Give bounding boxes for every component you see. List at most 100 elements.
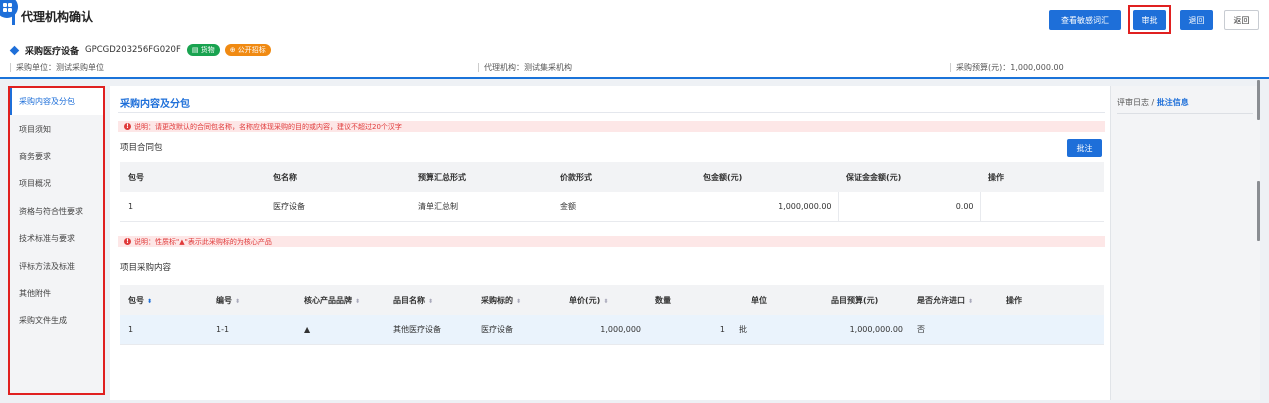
- section-sidebar: 采购内容及分包 项目须知 商务要求 项目概况 资格与符合性要求 技术标准与要求 …: [8, 86, 105, 395]
- sidebar-item-content-packages[interactable]: 采购内容及分包: [10, 88, 103, 116]
- table-cell: 医疗设备: [265, 192, 410, 222]
- cube-icon: [9, 45, 20, 55]
- table-cell: 医疗设备: [473, 315, 561, 345]
- col-header: 保证金金额(元): [838, 162, 980, 192]
- purchase-block-title: 项目采购内容: [120, 263, 172, 273]
- col-header: 包号: [120, 162, 265, 192]
- sidebar-item-generate-document[interactable]: 采购文件生成: [10, 307, 103, 334]
- table-row[interactable]: 1 1-1 ▲ 其他医疗设备 医疗设备 1,000,000 1 批 1,000,…: [120, 315, 1104, 345]
- table-header-row: 包号 ⬍ 编号 ⬍ 核心产品品牌 ⬍ 品目名称 ⬍ 采购标的 ⬍ 单价(元) ⬍ 数量 单位…: [120, 285, 1104, 315]
- purchase-content-table: 包号 ⬍ 编号 ⬍ 核心产品品牌 ⬍ 品目名称 ⬍ 采购标的 ⬍ 单价(元) ⬍ 数量 单位…: [120, 285, 1104, 345]
- col-header-label: 品目名称: [393, 295, 425, 305]
- project-code: GPCGD203256FG020F: [85, 45, 181, 55]
- sort-icon[interactable]: ⬍: [147, 298, 152, 305]
- page-title: 代理机构确认: [12, 10, 93, 25]
- sidebar-item-evaluation-method[interactable]: 评标方法及标准: [10, 252, 103, 279]
- right-panel-header: 评审日志 / 批注信息: [1117, 97, 1189, 108]
- contract-package-table: 包号 包名称 预算汇总形式 价款形式 包金额(元) 保证金金额(元) 操作 1 …: [120, 162, 1104, 222]
- sort-icon[interactable]: ⬍: [603, 298, 608, 305]
- col-header-unit: 单位: [731, 285, 823, 315]
- col-header: 预算汇总形式: [410, 162, 552, 192]
- col-header-item-name[interactable]: 品目名称 ⬍: [385, 285, 473, 315]
- table-cell: 1: [647, 315, 731, 345]
- tag-goods-label: 货物: [200, 46, 215, 54]
- col-header: 包名称: [265, 162, 410, 192]
- tag-goods: ▤ 货物: [186, 44, 220, 56]
- col-header-unit-price[interactable]: 单价(元) ⬍: [561, 285, 647, 315]
- section-divider: [118, 112, 1105, 113]
- table-cell: 1,000,000: [561, 315, 647, 345]
- sort-icon[interactable]: ⬍: [235, 298, 240, 305]
- tag-public-bidding: ⊕ 公开招标: [224, 44, 271, 56]
- view-sensitive-words-button[interactable]: 查看敏感词汇: [1049, 10, 1121, 30]
- sidebar-item-business-requirements[interactable]: 商务要求: [10, 143, 103, 170]
- col-header-item-budget: 品目预算(元): [823, 285, 909, 315]
- table-cell: 1-1: [208, 315, 296, 345]
- right-panel-divider: [1117, 113, 1253, 114]
- core-product-notice: ! 说明：性质标"▲"表示此采购标的为核心产品: [118, 236, 1105, 247]
- table-row[interactable]: 1 医疗设备 清单汇总制 金额 1,000,000.00 0.00: [120, 192, 1104, 222]
- col-header-target[interactable]: 采购标的 ⬍: [473, 285, 561, 315]
- alert-icon: !: [124, 238, 131, 245]
- scrollbar-handle[interactable]: [1257, 80, 1260, 120]
- table-cell: [980, 192, 1104, 222]
- table-cell: 金额: [552, 192, 695, 222]
- col-header-code[interactable]: 编号 ⬍: [208, 285, 296, 315]
- col-header-package-no[interactable]: 包号 ⬍: [120, 285, 208, 315]
- col-header-label: 编号: [216, 295, 232, 305]
- sort-icon[interactable]: ⬍: [968, 298, 973, 305]
- reject-button[interactable]: 退回: [1180, 10, 1213, 30]
- table-cell: 其他医疗设备: [385, 315, 473, 345]
- notice-text: 说明：请更改默认的合同包名称，名称应体现采购的目的或内容，建议不超过20个汉字: [134, 122, 402, 131]
- col-header-import[interactable]: 是否允许进口 ⬍: [909, 285, 998, 315]
- table-cell: 1,000,000.00: [695, 192, 839, 222]
- col-header-core-brand[interactable]: 核心产品品牌 ⬍: [296, 285, 385, 315]
- col-header-label: 核心产品品牌: [304, 295, 352, 305]
- sort-icon[interactable]: ⬍: [428, 298, 433, 305]
- col-header-label: 单价(元): [569, 295, 601, 305]
- purchaser-info: 采购单位：测试采购单位: [10, 62, 104, 73]
- app-root: 代理机构确认 查看敏感词汇 审批 退回 返回 采购医疗设备 GPCGD20325…: [0, 0, 1269, 403]
- table-cell: 批: [731, 315, 823, 345]
- sort-icon[interactable]: ⬍: [355, 298, 360, 305]
- budget-text: 采购预算(元)：1,000,000.00: [956, 63, 1064, 72]
- col-header-label: 采购标的: [481, 295, 513, 305]
- sidebar-item-technical-standards[interactable]: 技术标准与要求: [10, 225, 103, 252]
- notice-text: 说明：性质标"▲"表示此采购标的为核心产品: [134, 237, 272, 246]
- col-header: 包金额(元): [695, 162, 838, 192]
- agency-info: 代理机构：测试集采机构: [478, 62, 572, 73]
- project-name: 采购医疗设备: [25, 46, 80, 57]
- agency-text: 代理机构：测试集采机构: [484, 63, 572, 72]
- sidebar-item-project-notice[interactable]: 项目须知: [10, 115, 103, 142]
- sidebar-item-project-overview[interactable]: 项目概况: [10, 170, 103, 197]
- col-header-label: 包号: [128, 295, 144, 305]
- approve-button[interactable]: 审批: [1133, 10, 1166, 30]
- table-cell: 0.00: [838, 192, 981, 222]
- budget-info: 采购预算(元)：1,000,000.00: [950, 62, 1064, 73]
- sidebar-item-other-attachments[interactable]: 其他附件: [10, 280, 103, 307]
- table-cell: [998, 315, 1104, 345]
- tag-public-bidding-label: 公开招标: [237, 46, 266, 54]
- table-cell: ▲: [296, 315, 385, 345]
- table-header-row: 包号 包名称 预算汇总形式 价款形式 包金额(元) 保证金金额(元) 操作: [120, 162, 1104, 192]
- col-header-actions: 操作: [998, 285, 1104, 315]
- alert-icon: !: [124, 123, 131, 130]
- scrollbar-handle[interactable]: [1257, 181, 1260, 241]
- table-cell: 1: [120, 315, 208, 345]
- annotate-button[interactable]: 批注: [1067, 139, 1102, 157]
- col-header: 操作: [980, 162, 1104, 192]
- sort-icon[interactable]: ⬍: [516, 298, 521, 305]
- purchaser-text: 采购单位：测试采购单位: [16, 63, 104, 72]
- table-cell: 清单汇总制: [410, 192, 552, 222]
- table-cell: 1: [120, 192, 265, 222]
- right-panel: 评审日志 / 批注信息: [1110, 80, 1260, 400]
- col-header: 价款形式: [552, 162, 695, 192]
- back-button[interactable]: 返回: [1224, 10, 1259, 30]
- table-cell: 1,000,000.00: [823, 315, 909, 345]
- sidebar-item-qualification[interactable]: 资格与符合性要求: [10, 198, 103, 225]
- project-summary: 采购医疗设备 GPCGD203256FG020F ▤ 货物 ⊕ 公开招标: [9, 44, 276, 57]
- page-header: 代理机构确认 查看敏感词汇 审批 退回 返回 采购医疗设备 GPCGD20325…: [0, 0, 1269, 79]
- col-header-label: 是否允许进口: [917, 295, 965, 305]
- review-log-tab[interactable]: 评审日志 /: [1117, 98, 1154, 107]
- annotation-info-tab[interactable]: 批注信息: [1157, 98, 1189, 107]
